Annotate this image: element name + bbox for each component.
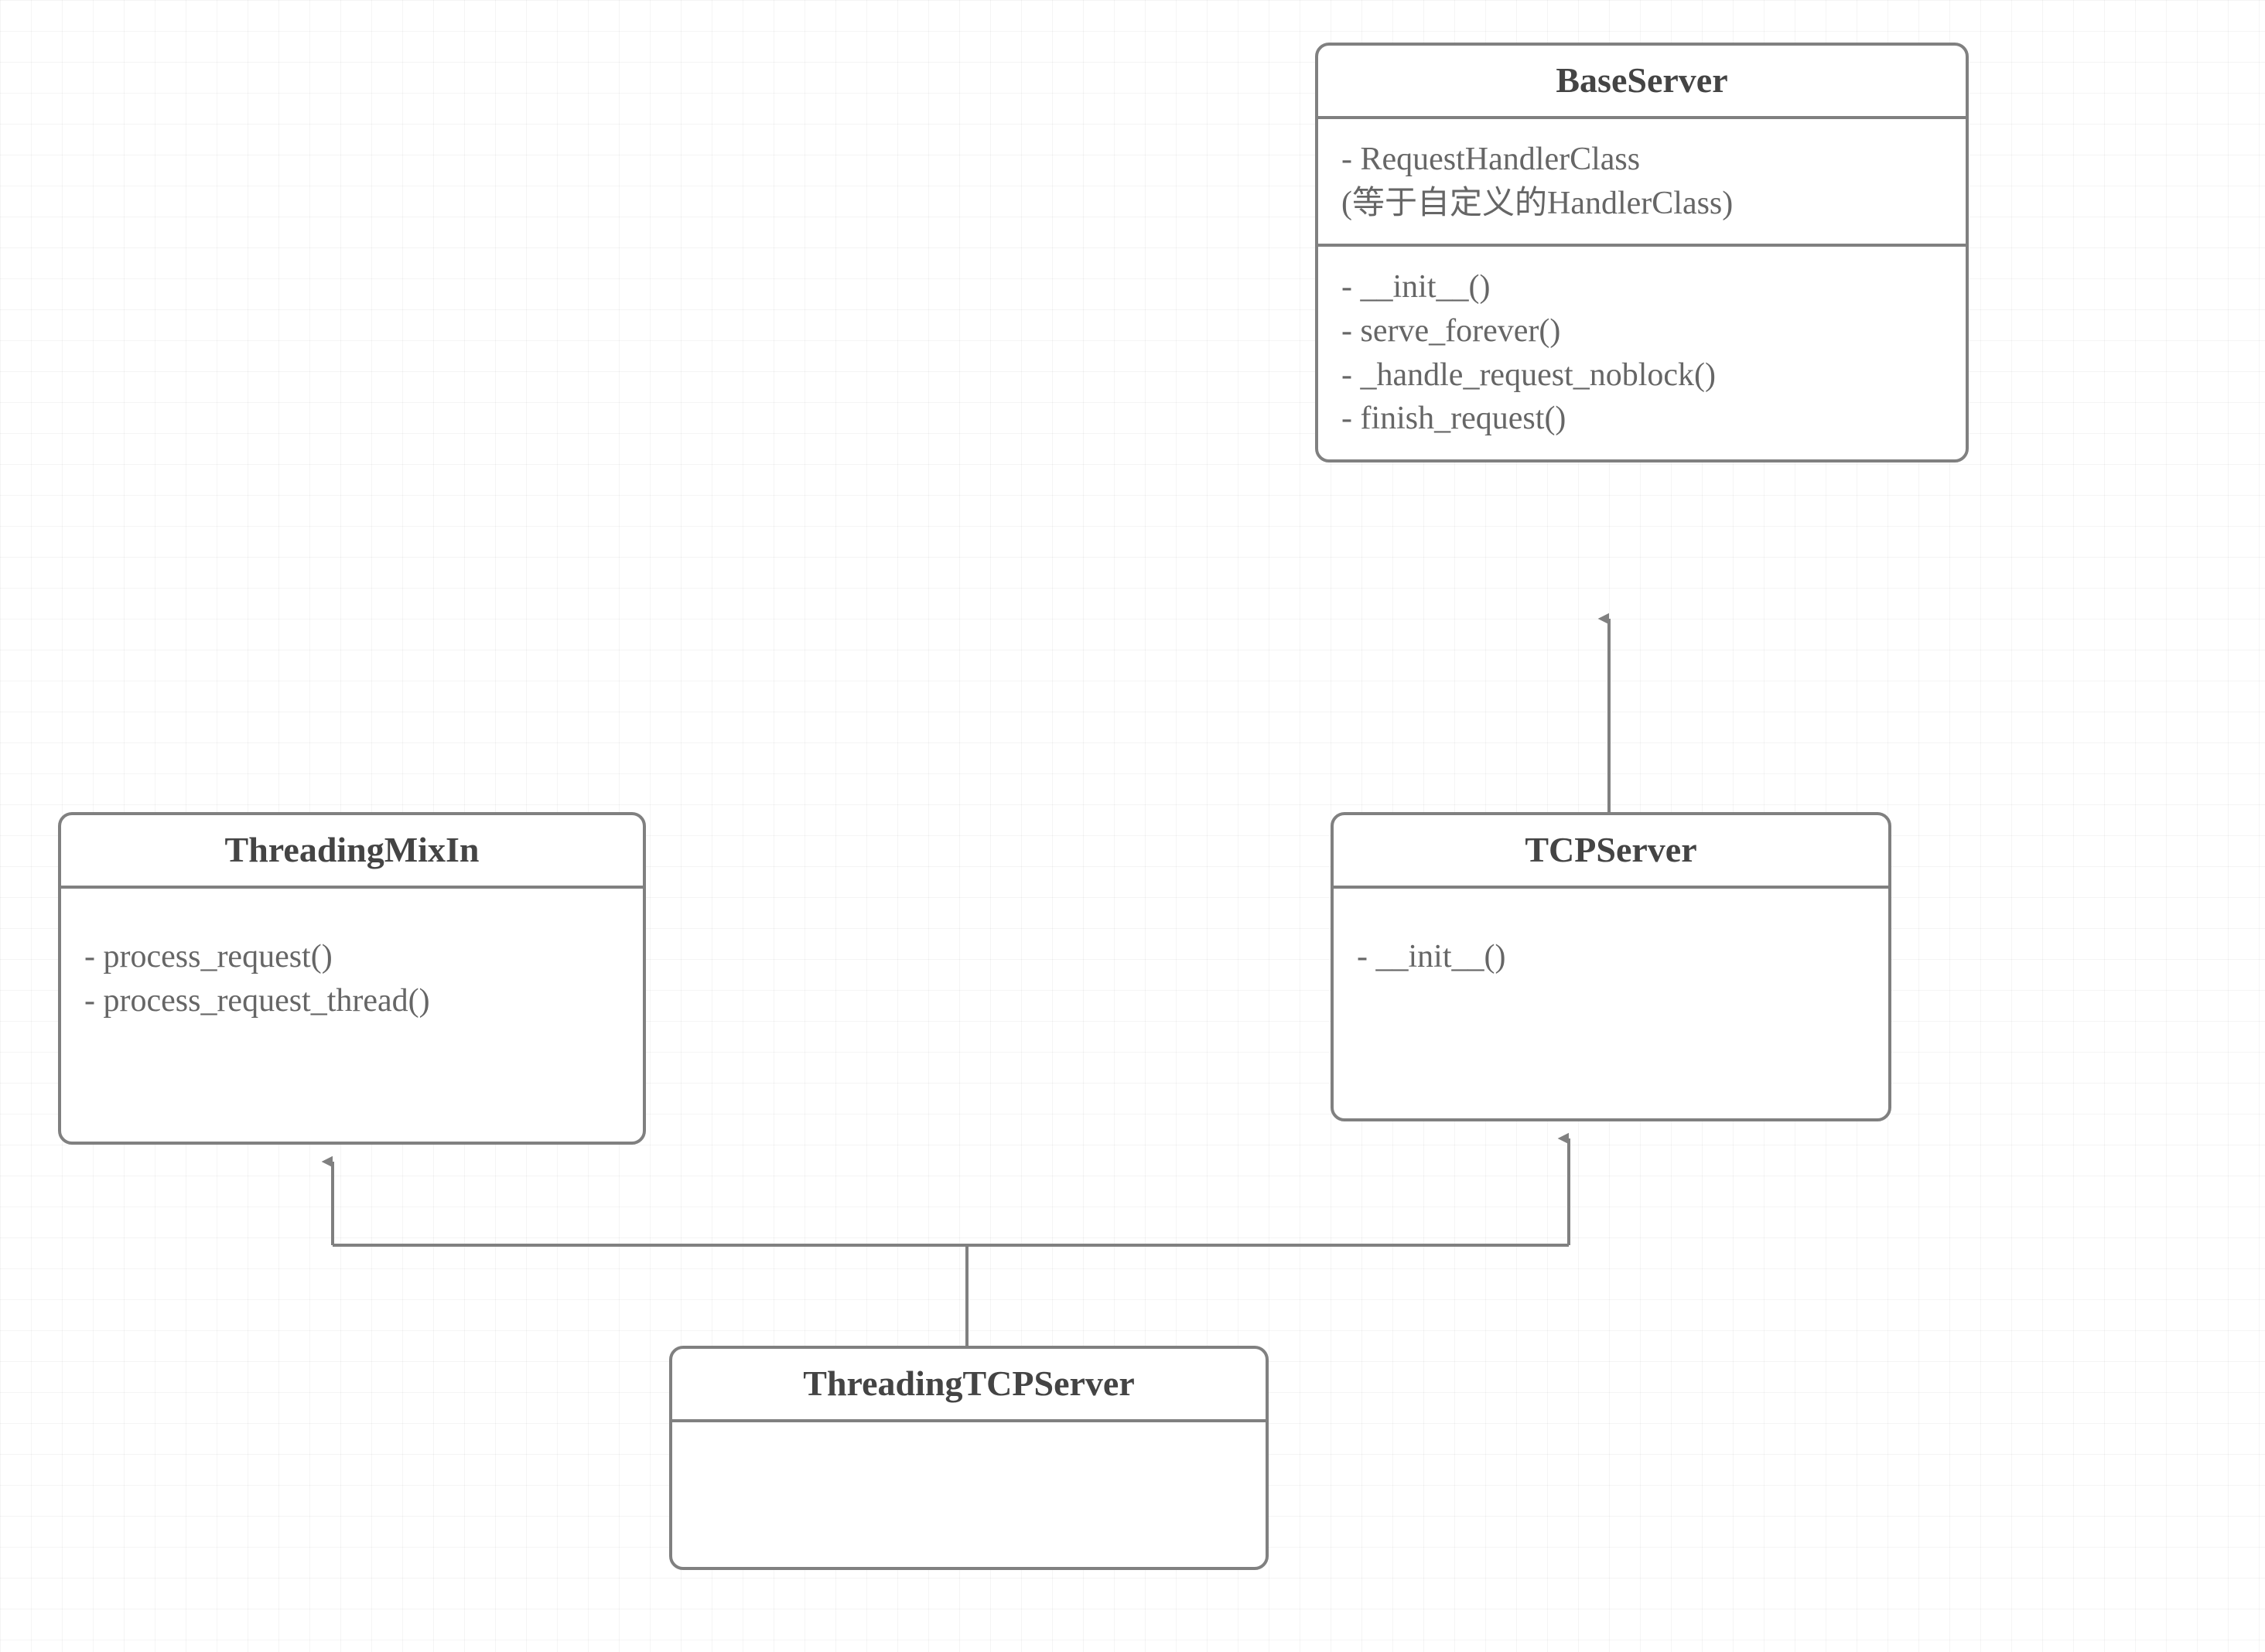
class-title: BaseServer — [1318, 46, 1966, 119]
class-attrs: - RequestHandlerClass (等于自定义的HandlerClas… — [1318, 119, 1966, 247]
class-threading-mixin: ThreadingMixIn - process_request() - pro… — [58, 812, 646, 1145]
class-tcp-server: TCPServer - __init__() — [1331, 812, 1891, 1121]
class-title: ThreadingMixIn — [61, 815, 643, 889]
method-line: - __init__() — [1357, 935, 1865, 979]
class-methods: - __init__() - serve_forever() - _handle… — [1318, 247, 1966, 459]
method-line: - __init__() — [1341, 265, 1942, 309]
method-line: - finish_request() — [1341, 397, 1942, 441]
class-base-server: BaseServer - RequestHandlerClass (等于自定义的… — [1315, 43, 1969, 462]
method-line: - process_request() — [84, 935, 620, 979]
method-line: - serve_forever() — [1341, 309, 1942, 353]
class-methods: - process_request() - process_request_th… — [61, 889, 643, 1041]
method-line: - _handle_request_noblock() — [1341, 353, 1942, 398]
class-threading-tcp-server: ThreadingTCPServer — [669, 1346, 1269, 1570]
attr-line: - RequestHandlerClass — [1341, 138, 1942, 182]
diagram-canvas: BaseServer - RequestHandlerClass (等于自定义的… — [0, 0, 2265, 1652]
method-line: - process_request_thread() — [84, 979, 620, 1023]
class-title: ThreadingTCPServer — [672, 1349, 1266, 1422]
class-methods: - __init__() — [1334, 889, 1888, 998]
class-methods — [672, 1422, 1266, 1575]
class-title: TCPServer — [1334, 815, 1888, 889]
attr-line: (等于自定义的HandlerClass) — [1341, 182, 1942, 226]
